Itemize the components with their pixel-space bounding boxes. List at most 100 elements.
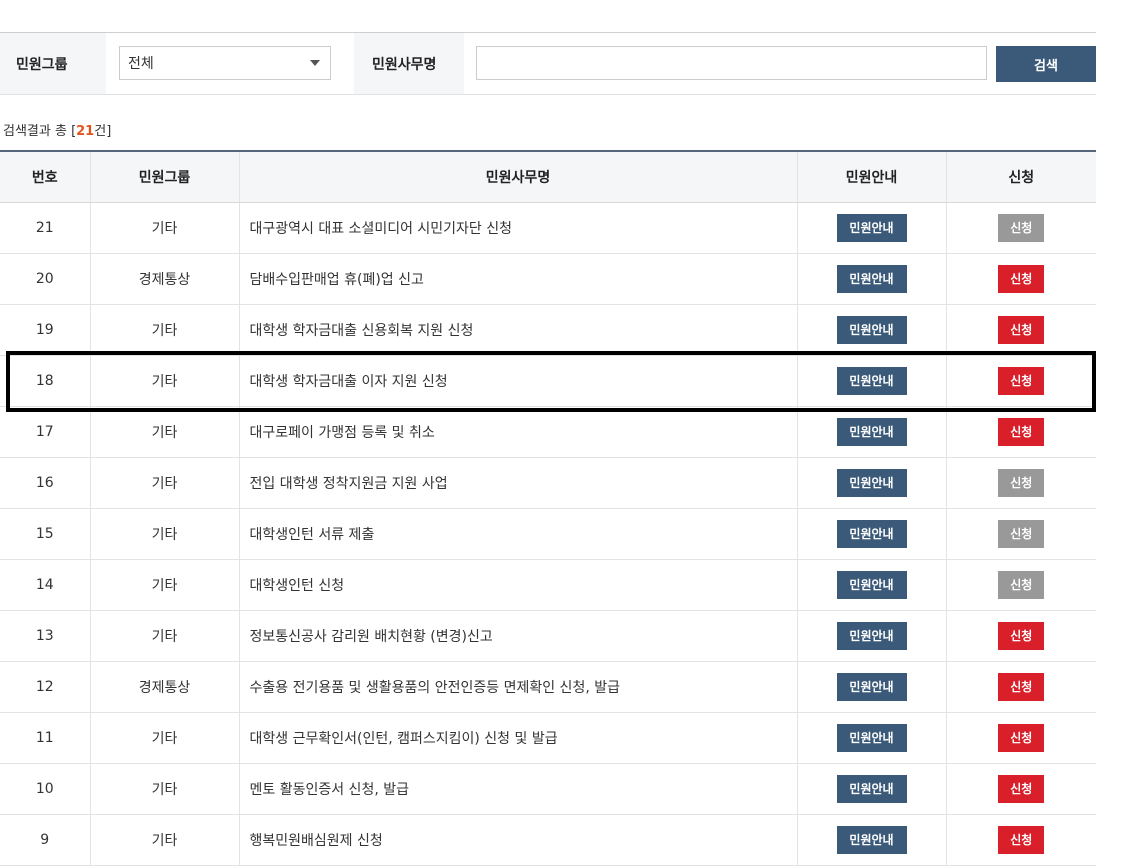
row-name[interactable]: 행복민원배심원제 신청 <box>238 814 797 866</box>
row-number: 21 <box>0 202 90 254</box>
result-count-number: 21 <box>76 124 95 139</box>
row-group: 기타 <box>89 202 239 254</box>
apply-button[interactable]: 신청 <box>998 724 1045 752</box>
apply-button[interactable]: 신청 <box>998 469 1045 497</box>
row-number: 20 <box>0 253 90 305</box>
guide-button[interactable]: 민원안내 <box>836 316 907 344</box>
row-name[interactable]: 수출용 전기용품 및 생활용품의 안전인증등 면제확인 신청, 발급 <box>238 661 797 713</box>
row-name[interactable]: 담배수입판매업 휴(폐)업 신고 <box>238 253 797 305</box>
row-name[interactable]: 대학생인턴 서류 제출 <box>238 508 797 560</box>
row-number: 14 <box>0 559 90 611</box>
guide-button[interactable]: 민원안내 <box>836 622 907 650</box>
header-no: 번호 <box>0 151 90 203</box>
row-name[interactable]: 대학생 학자금대출 신용회복 지원 신청 <box>238 304 797 356</box>
table-row: 17 기타 대구로페이 가맹점 등록 및 취소 민원안내 신청 <box>0 406 1096 458</box>
guide-button[interactable]: 민원안내 <box>836 214 907 242</box>
row-name[interactable]: 정보통신공사 감리원 배치현황 (변경)신고 <box>238 610 797 662</box>
header-name: 민원사무명 <box>238 151 797 203</box>
apply-button[interactable]: 신청 <box>998 826 1045 854</box>
table-header-row: 번호 민원그룹 민원사무명 민원안내 신청 <box>0 151 1096 203</box>
guide-button[interactable]: 민원안내 <box>836 265 907 293</box>
chevron-down-icon <box>310 60 320 66</box>
guide-button[interactable]: 민원안내 <box>836 418 907 446</box>
table-row: 21 기타 대구광역시 대표 소셜미디어 시민기자단 신청 민원안내 신청 <box>0 202 1096 254</box>
table-row: 15 기타 대학생인턴 서류 제출 민원안내 신청 <box>0 508 1096 560</box>
row-name[interactable]: 대학생 근무확인서(인턴, 캠퍼스지킴이) 신청 및 발급 <box>238 712 797 764</box>
row-guide-cell: 민원안내 <box>796 814 946 866</box>
row-guide-cell: 민원안내 <box>796 253 946 305</box>
row-group: 기타 <box>89 610 239 662</box>
name-label: 민원사무명 <box>354 33 464 94</box>
row-name[interactable]: 대구로페이 가맹점 등록 및 취소 <box>238 406 797 458</box>
row-guide-cell: 민원안내 <box>796 304 946 356</box>
apply-button[interactable]: 신청 <box>998 520 1045 548</box>
row-group: 기타 <box>89 712 239 764</box>
row-name[interactable]: 대학생인턴 신청 <box>238 559 797 611</box>
row-number: 19 <box>0 304 90 356</box>
row-name[interactable]: 전입 대학생 정착지원금 지원 사업 <box>238 457 797 509</box>
guide-button[interactable]: 민원안내 <box>836 571 907 599</box>
header-guide: 민원안내 <box>796 151 946 203</box>
apply-button[interactable]: 신청 <box>998 571 1045 599</box>
apply-button[interactable]: 신청 <box>998 418 1045 446</box>
header-apply: 신청 <box>945 151 1096 203</box>
row-apply-cell: 신청 <box>945 202 1096 254</box>
row-guide-cell: 민원안내 <box>796 661 946 713</box>
row-number: 13 <box>0 610 90 662</box>
guide-button[interactable]: 민원안내 <box>836 469 907 497</box>
apply-button[interactable]: 신청 <box>998 775 1045 803</box>
row-group: 기타 <box>89 406 239 458</box>
table-row: 10 기타 멘토 활동인증서 신청, 발급 민원안내 신청 <box>0 763 1096 815</box>
apply-button[interactable]: 신청 <box>998 622 1045 650</box>
row-group: 기타 <box>89 763 239 815</box>
row-group: 기타 <box>89 457 239 509</box>
row-apply-cell: 신청 <box>945 355 1096 407</box>
header-group: 민원그룹 <box>89 151 239 203</box>
row-number: 17 <box>0 406 90 458</box>
guide-button[interactable]: 민원안내 <box>836 367 907 395</box>
apply-button[interactable]: 신청 <box>998 367 1045 395</box>
table-row: 18 기타 대학생 학자금대출 이자 지원 신청 민원안내 신청 <box>0 355 1096 407</box>
table-row: 16 기타 전입 대학생 정착지원금 지원 사업 민원안내 신청 <box>0 457 1096 509</box>
group-select-value: 전체 <box>128 56 154 72</box>
row-guide-cell: 민원안내 <box>796 763 946 815</box>
row-number: 12 <box>0 661 90 713</box>
guide-button[interactable]: 민원안내 <box>836 826 907 854</box>
table-row: 9 기타 행복민원배심원제 신청 민원안내 신청 <box>0 814 1096 866</box>
table-row: 20 경제통상 담배수입판매업 휴(폐)업 신고 민원안내 신청 <box>0 253 1096 305</box>
search-button[interactable]: 검색 <box>996 46 1096 82</box>
guide-button[interactable]: 민원안내 <box>836 520 907 548</box>
name-input[interactable] <box>476 46 987 80</box>
apply-button[interactable]: 신청 <box>998 214 1045 242</box>
table-body: 21 기타 대구광역시 대표 소셜미디어 시민기자단 신청 민원안내 신청 20 경제통상 담… <box>0 202 1096 866</box>
row-name[interactable]: 대학생 학자금대출 이자 지원 신청 <box>238 355 797 407</box>
row-guide-cell: 민원안내 <box>796 406 946 458</box>
apply-button[interactable]: 신청 <box>998 316 1045 344</box>
table-row: 14 기타 대학생인턴 신청 민원안내 신청 <box>0 559 1096 611</box>
row-name[interactable]: 대구광역시 대표 소셜미디어 시민기자단 신청 <box>238 202 797 254</box>
row-apply-cell: 신청 <box>945 406 1096 458</box>
guide-button[interactable]: 민원안내 <box>836 673 907 701</box>
row-apply-cell: 신청 <box>945 763 1096 815</box>
apply-button[interactable]: 신청 <box>998 265 1045 293</box>
row-group: 기타 <box>89 355 239 407</box>
apply-button[interactable]: 신청 <box>998 673 1045 701</box>
group-select[interactable]: 전체 <box>119 46 331 80</box>
row-guide-cell: 민원안내 <box>796 610 946 662</box>
row-name[interactable]: 멘토 활동인증서 신청, 발급 <box>238 763 797 815</box>
row-apply-cell: 신청 <box>945 253 1096 305</box>
table-row: 19 기타 대학생 학자금대출 신용회복 지원 신청 민원안내 신청 <box>0 304 1096 356</box>
row-guide-cell: 민원안내 <box>796 202 946 254</box>
row-group: 기타 <box>89 814 239 866</box>
guide-button[interactable]: 민원안내 <box>836 724 907 752</box>
row-apply-cell: 신청 <box>945 712 1096 764</box>
row-guide-cell: 민원안내 <box>796 559 946 611</box>
row-apply-cell: 신청 <box>945 559 1096 611</box>
row-number: 9 <box>0 814 90 866</box>
result-count-suffix: 건] <box>94 124 112 139</box>
search-panel: 민원그룹 전체 민원사무명 검색 <box>0 32 1096 95</box>
guide-button[interactable]: 민원안내 <box>836 775 907 803</box>
row-apply-cell: 신청 <box>945 814 1096 866</box>
row-number: 16 <box>0 457 90 509</box>
row-number: 18 <box>0 355 90 407</box>
